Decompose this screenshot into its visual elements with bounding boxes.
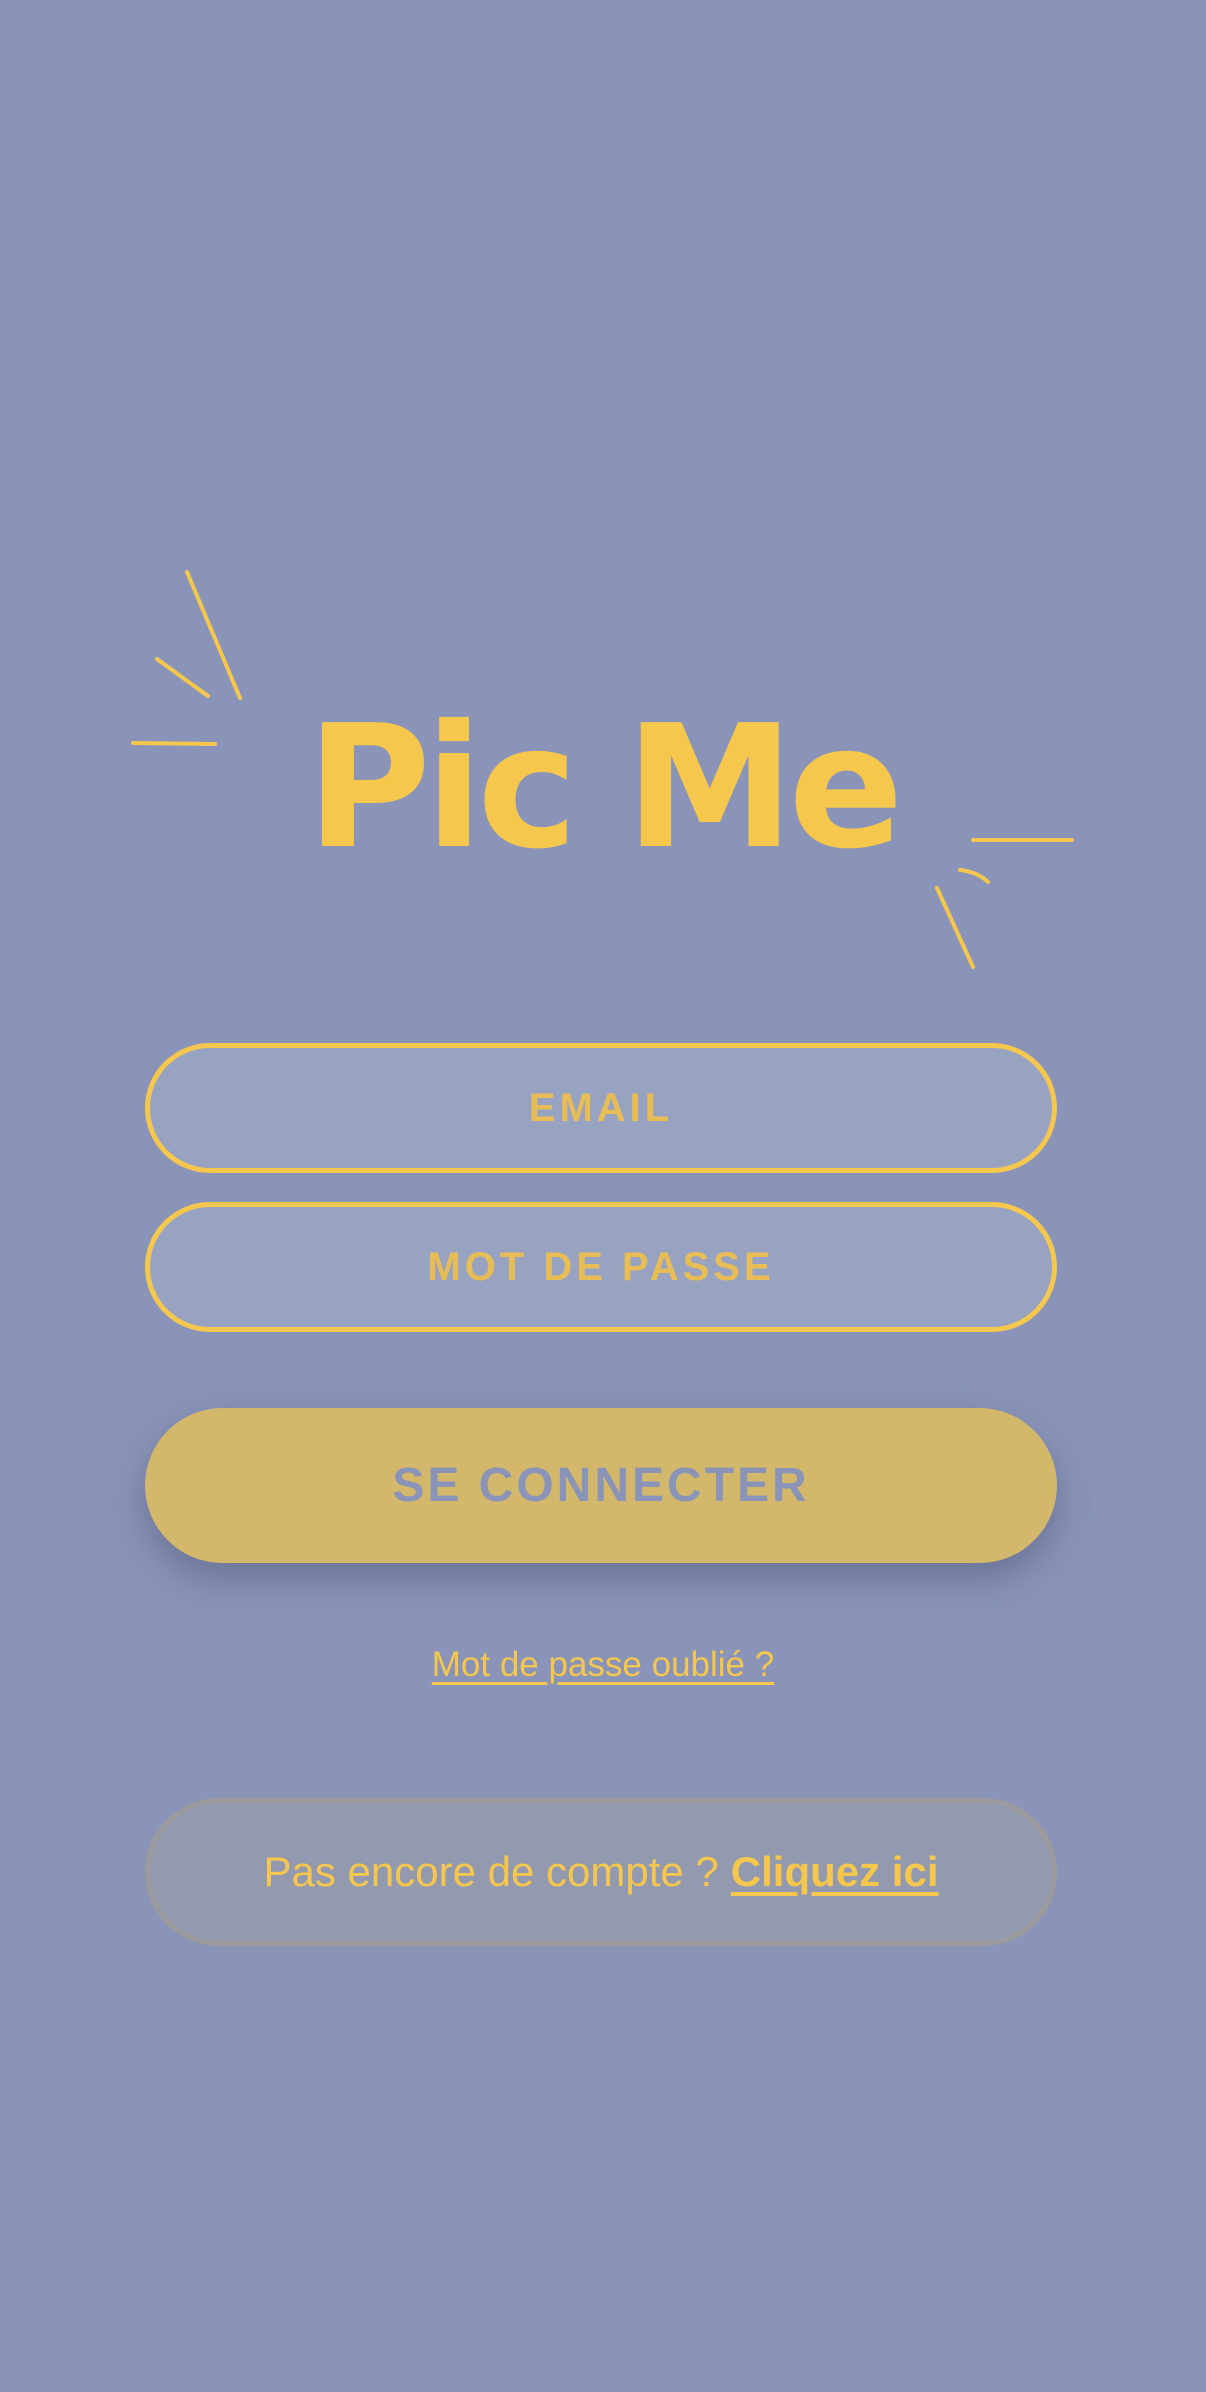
logo: Pic Me	[131, 570, 1074, 969]
signup-link[interactable]: Cliquez ici	[731, 1848, 939, 1896]
signup-prompt-text: Pas encore de compte ?	[263, 1848, 719, 1895]
login-button[interactable]: SE CONNECTER	[145, 1408, 1057, 1563]
password-field[interactable]	[145, 1202, 1057, 1332]
forgot-password-link[interactable]: Mot de passe oublié ?	[432, 1645, 774, 1684]
email-field[interactable]	[145, 1043, 1057, 1173]
signup-prompt-box: Pas encore de compte ? Cliquez ici	[145, 1798, 1057, 1946]
forgot-password-container: Mot de passe oublié ?	[0, 1645, 1206, 1685]
logo-text: Pic Me	[306, 689, 897, 887]
logo-area: Pic Me	[0, 0, 1206, 1000]
